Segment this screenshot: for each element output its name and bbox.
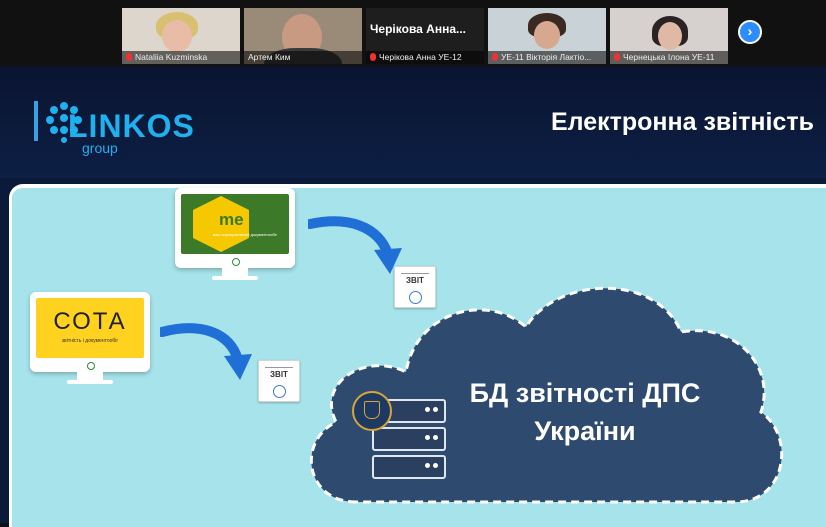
report-label: ЗВІТ — [270, 370, 288, 379]
mic-muted-icon — [126, 53, 132, 61]
monitor-base — [212, 276, 258, 280]
participant-strip: Nataliia Kuzminska Артем Ким Черікова Ан… — [0, 0, 826, 66]
stamp-icon — [273, 385, 286, 398]
participant-face — [658, 22, 682, 50]
next-participants-button[interactable]: › — [738, 20, 762, 44]
power-icon — [87, 362, 95, 370]
stamp-icon — [409, 291, 422, 304]
mic-muted-icon — [614, 53, 620, 61]
logo-divider — [34, 101, 38, 141]
slide-header: LINKOS group Електронна звітність — [0, 66, 826, 178]
medoc-subtitle: ваш корпоративний документообіг — [213, 232, 277, 237]
video-tile-3[interactable]: Черікова Анна... Черікова Анна УЕ-12 — [366, 8, 484, 64]
monitor-base — [67, 380, 113, 384]
participant-name: Nataliia Kuzminska — [122, 51, 240, 64]
monitor-stand — [222, 268, 248, 276]
participant-name: Артем Ким — [244, 51, 362, 64]
tax-service-emblem-icon — [352, 391, 392, 431]
power-icon — [232, 258, 240, 266]
participant-name: Черікова Анна УЕ-12 — [366, 51, 484, 64]
sota-logo-text: СОТА — [53, 308, 127, 335]
doc-line — [265, 367, 293, 368]
participant-face — [534, 21, 560, 49]
cloud-title-line2: України — [534, 416, 636, 446]
video-tile-5[interactable]: Чернецька Ілона УЕ-11 — [610, 8, 728, 64]
video-tile-2[interactable]: Артем Ким — [244, 8, 362, 64]
chevron-right-icon: › — [747, 23, 753, 39]
report-document-icon: ЗВІТ — [394, 266, 436, 308]
mic-muted-icon — [492, 53, 498, 61]
arrow-icon — [308, 216, 402, 274]
medoc-screen: me doc ваш корпоративний документообіг — [181, 194, 289, 254]
video-tile-4[interactable]: УЕ-11 Вікторія Лактіо... — [488, 8, 606, 64]
logo-subtext: group — [82, 140, 118, 156]
medoc-monitor: me doc ваш корпоративний документообіг — [175, 188, 295, 268]
monitor-stand — [77, 372, 103, 380]
doc-line — [401, 273, 429, 274]
medoc-logo-text: me doc — [219, 210, 279, 229]
arrow-icon — [160, 323, 252, 380]
video-tile-1[interactable]: Nataliia Kuzminska — [122, 8, 240, 64]
mic-muted-icon — [370, 53, 376, 61]
slide-title: Електронна звітність — [550, 108, 814, 136]
sota-monitor: СОТА звітність і документообіг — [30, 292, 150, 372]
sota-subtitle: звітність і документообіг — [61, 338, 119, 344]
shared-slide: LINKOS group Електронна звітність БД зві… — [0, 66, 826, 527]
report-document-icon: ЗВІТ — [258, 360, 300, 402]
participant-display-name: Черікова Анна... — [370, 22, 467, 36]
report-label: ЗВІТ — [406, 276, 424, 285]
participant-name: УЕ-11 Вікторія Лактіо... — [488, 51, 606, 64]
participant-face — [162, 20, 192, 52]
cloud-title-line1: БД звітності ДПС — [469, 378, 701, 408]
sota-screen: СОТА звітність і документообіг — [36, 298, 144, 358]
participant-name: Чернецька Ілона УЕ-11 — [610, 51, 728, 64]
